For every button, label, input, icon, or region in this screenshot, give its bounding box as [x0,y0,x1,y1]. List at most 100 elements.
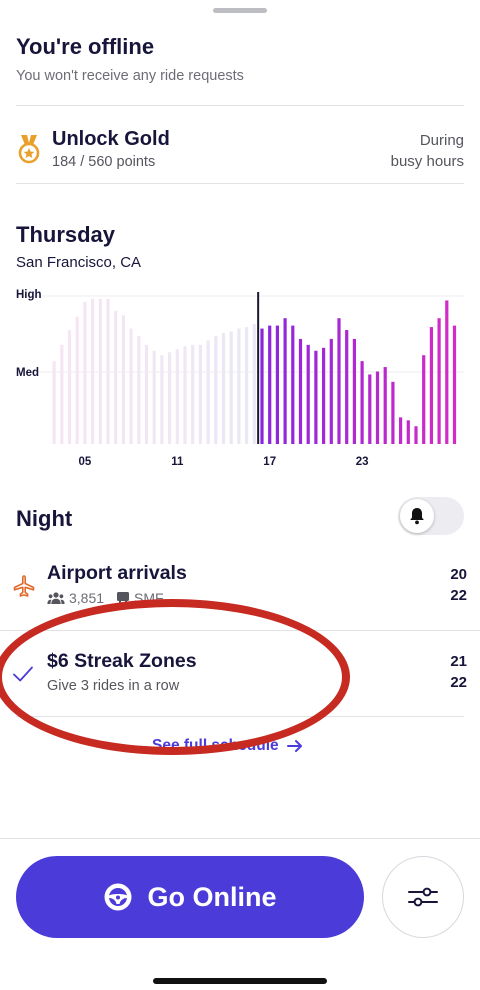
see-full-schedule-link[interactable]: See full schedule [152,737,303,755]
unlock-gold-card[interactable]: Unlock Gold 184 / 560 points During busy… [16,124,464,180]
status-title: You're offline [16,34,155,59]
forecast-day: Thursday [16,222,116,247]
item-time-end: 22 [450,587,467,604]
gold-points: 184 / 560 points [52,154,156,170]
chart-bar [391,381,395,444]
chart-bar [183,346,187,444]
medal-icon [18,135,40,164]
go-online-button[interactable]: Go Online [16,856,364,938]
chart-bar [175,349,179,444]
chart-bar [206,340,210,444]
gold-note-line2: busy hours [390,153,464,170]
chart-bar [275,325,279,444]
checkmark-icon [13,666,33,682]
item-title: Airport arrivals [47,562,187,584]
chart-bar [152,350,156,444]
chart-bar [322,347,326,444]
steering-wheel-icon [104,883,132,911]
item-title: $6 Streak Zones [47,650,197,672]
list-item-streak-zones[interactable]: $6 Streak Zones Give 3 rides in a row 21… [0,649,480,715]
x-axis-tick-label: 17 [263,456,276,468]
chart-bar [91,298,95,444]
y-axis-label: Med [16,367,39,379]
arrow-right-icon [286,740,302,752]
chart-bar [329,338,333,444]
y-axis-label: High [16,289,42,301]
status-subtitle: You won't receive any ride requests [16,68,244,84]
chart-bar [260,328,264,444]
status-header: You're offline You won't receive any rid… [16,32,464,84]
divider [0,630,480,631]
demand-chart[interactable]: High Med 05 11 17 23 [0,284,480,474]
chart-bar [106,298,110,444]
chart-bar [98,298,102,444]
forecast-header: Thursday San Francisco, CA [16,222,141,271]
drag-handle[interactable] [213,8,267,13]
chart-bar [360,361,364,444]
chart-bar [422,355,426,444]
chart-bar [406,420,410,444]
gold-note-line1: During [419,132,464,149]
chart-bar [60,344,64,444]
bell-icon [410,508,424,525]
chart-bar [306,344,310,444]
chart-bar [237,328,241,444]
chart-bar [252,324,256,444]
chart-bar [414,426,418,444]
sliders-icon [408,887,438,907]
airport-passenger-count: 3,851 [69,590,105,606]
airplane-icon [13,575,35,597]
item-time-end: 22 [450,674,467,691]
see-full-schedule-label: See full schedule [152,737,279,754]
chart-bar [75,316,79,444]
chart-bar [452,325,457,444]
chart-bar [314,350,318,444]
item-time-start: 21 [450,653,467,670]
chart-bar [83,301,87,444]
chart-bar [144,344,149,444]
terminal-icon [117,592,130,605]
item-time-start: 20 [450,566,467,583]
gold-title: Unlock Gold [52,128,170,150]
x-axis-tick-label: 11 [171,456,184,468]
preferences-button[interactable] [382,856,464,938]
chart-bar [445,300,449,444]
chart-bar [129,328,133,444]
chart-bar [245,327,249,444]
x-axis-tick-label: 23 [356,456,369,468]
divider [16,105,464,106]
chart-bar [368,374,372,444]
chart-bar [352,338,356,444]
chart-bar [114,310,118,444]
home-indicator [153,978,327,984]
airport-code: SMF [134,590,164,606]
chart-bar [221,333,226,444]
forecast-city: San Francisco, CA [16,254,142,271]
chart-bar [160,355,164,444]
notification-toggle[interactable] [398,497,464,535]
list-item-airport-arrivals[interactable]: Airport arrivals 3,851 SMF 20 22 [0,562,480,628]
night-label: Night [16,506,73,531]
chart-bar [268,325,272,444]
chart-bar [437,318,441,444]
chart-bar [191,344,195,444]
chart-bar [229,331,233,444]
divider [16,716,464,717]
chart-bar [52,361,56,444]
item-subtitle: Give 3 rides in a row [47,678,180,694]
chart-bar [291,325,295,444]
chart-bar [214,335,218,444]
divider [0,838,480,839]
people-icon [47,592,65,604]
chart-bar [67,330,72,444]
chart-bar [283,318,287,444]
chart-bar [337,318,341,444]
toggle-knob[interactable] [400,499,434,533]
divider [16,183,464,184]
chart-bar [345,330,349,444]
go-online-label: Go Online [147,881,277,912]
chart-bar [198,344,202,444]
x-axis-tick-label: 05 [79,456,92,468]
chart-bar [121,315,125,444]
chart-bar [429,327,433,444]
